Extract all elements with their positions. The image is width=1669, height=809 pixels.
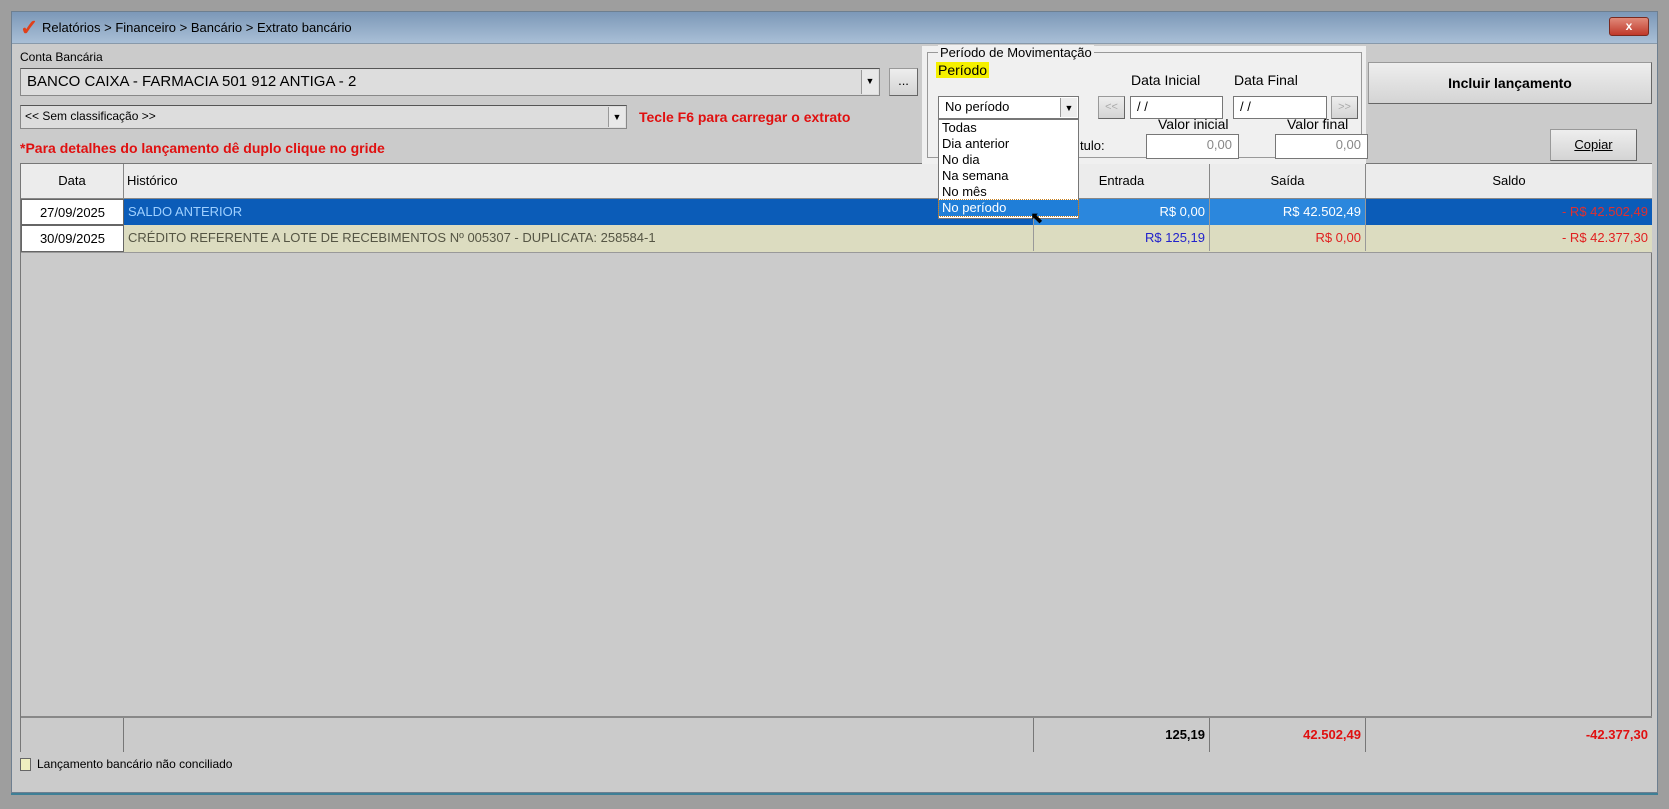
copiar-button[interactable]: Copiar bbox=[1550, 129, 1637, 161]
option-no-dia[interactable]: No dia bbox=[939, 152, 1078, 168]
col-data[interactable]: Data bbox=[21, 164, 124, 199]
data-inicial-label: Data Inicial bbox=[1131, 72, 1201, 88]
periodo-options[interactable]: Todas Dia anterior No dia Na semana No m… bbox=[938, 119, 1079, 219]
legend-label: Lançamento bancário não conciliado bbox=[37, 757, 233, 771]
table-row[interactable]: 27/09/2025 SALDO ANTERIOR R$ 0,00 R$ 42.… bbox=[21, 199, 1652, 225]
row-saida: R$ 0,00 bbox=[1210, 225, 1366, 251]
f6-hint: Tecle F6 para carregar o extrato bbox=[639, 109, 851, 125]
row-data: 30/09/2025 bbox=[21, 225, 124, 252]
totals-blank bbox=[124, 718, 1034, 752]
col-saldo[interactable]: Saldo bbox=[1366, 164, 1652, 199]
title-bar: ✓ Relatórios > Financeiro > Bancário > E… bbox=[12, 12, 1657, 44]
valor-final-label: Valor final bbox=[1287, 116, 1349, 132]
periodo-value: No período bbox=[945, 99, 1010, 114]
col-historico[interactable]: Histórico bbox=[124, 164, 1034, 199]
option-todas[interactable]: Todas bbox=[939, 120, 1078, 136]
row-historico: SALDO ANTERIOR bbox=[124, 199, 1034, 225]
group-label: Período de Movimentação bbox=[938, 45, 1094, 60]
option-no-periodo[interactable]: No período bbox=[938, 199, 1079, 217]
conta-label: Conta Bancária bbox=[20, 50, 103, 64]
extrato-grid[interactable]: Data Histórico Entrada Saída Saldo 27/09… bbox=[20, 163, 1652, 752]
option-dia-anterior[interactable]: Dia anterior bbox=[939, 136, 1078, 152]
totals-blank bbox=[21, 718, 124, 752]
periodo-select[interactable]: No período ▼ bbox=[938, 96, 1079, 119]
app-logo-icon: ✓ bbox=[20, 15, 39, 40]
chevron-down-icon[interactable]: ▼ bbox=[1060, 98, 1077, 117]
valor-inicial-label: Valor inicial bbox=[1158, 116, 1229, 132]
valor-inicial-input[interactable]: 0,00 bbox=[1146, 134, 1239, 159]
prev-period-button[interactable]: << bbox=[1098, 96, 1125, 119]
periodo-panel: Período de Movimentação Período No perío… bbox=[922, 45, 1368, 227]
legend-swatch bbox=[20, 758, 31, 771]
conta-value: BANCO CAIXA - FARMACIA 501 912 ANTIGA - … bbox=[27, 73, 357, 90]
row-saldo: - R$ 42.377,30 bbox=[1561, 230, 1648, 245]
row-saldo: - R$ 42.502,49 bbox=[1561, 204, 1648, 219]
row-saida: R$ 42.502,49 bbox=[1210, 199, 1366, 225]
periodo-label: Período bbox=[936, 62, 990, 78]
col-saida[interactable]: Saída bbox=[1210, 164, 1366, 199]
conta-select[interactable]: BANCO CAIXA - FARMACIA 501 912 ANTIGA - … bbox=[20, 68, 880, 96]
ellipsis-button[interactable]: ... bbox=[889, 68, 918, 96]
total-saldo: -42.377,30 bbox=[1585, 727, 1648, 742]
valor-final-input[interactable]: 0,00 bbox=[1275, 134, 1368, 159]
total-entrada: 125,19 bbox=[1034, 718, 1210, 752]
incluir-lancamento-button[interactable]: Incluir lançamento bbox=[1368, 62, 1652, 104]
data-final-label: Data Final bbox=[1234, 72, 1298, 88]
row-data: 27/09/2025 bbox=[21, 199, 124, 225]
grid-hint: *Para detalhes do lançamento dê duplo cl… bbox=[20, 140, 385, 156]
row-historico: CRÉDITO REFERENTE A LOTE DE RECEBIMENTOS… bbox=[124, 225, 1034, 251]
close-button[interactable]: x bbox=[1609, 17, 1649, 36]
row-entrada: R$ 125,19 bbox=[1034, 225, 1210, 251]
window-title: Relatórios > Financeiro > Bancário > Ext… bbox=[42, 20, 352, 35]
classificacao-select[interactable]: << Sem classificação >> ▼ bbox=[20, 105, 627, 129]
table-row[interactable]: 30/09/2025 CRÉDITO REFERENTE A LOTE DE R… bbox=[21, 225, 1652, 253]
totals-row: 125,19 42.502,49 -42.377,30 bbox=[21, 716, 1652, 752]
chevron-down-icon[interactable]: ▼ bbox=[861, 70, 878, 94]
chevron-down-icon[interactable]: ▼ bbox=[608, 107, 625, 127]
total-saida: 42.502,49 bbox=[1210, 718, 1366, 752]
option-na-semana[interactable]: Na semana bbox=[939, 168, 1078, 184]
mouse-cursor-icon: ⬉ bbox=[1030, 210, 1044, 227]
option-no-mes[interactable]: No mês bbox=[939, 184, 1078, 200]
extrato-window: ✓ Relatórios > Financeiro > Bancário > E… bbox=[11, 11, 1658, 793]
titulo-label: tulo: bbox=[1080, 138, 1105, 153]
classificacao-value: << Sem classificação >> bbox=[25, 109, 156, 123]
